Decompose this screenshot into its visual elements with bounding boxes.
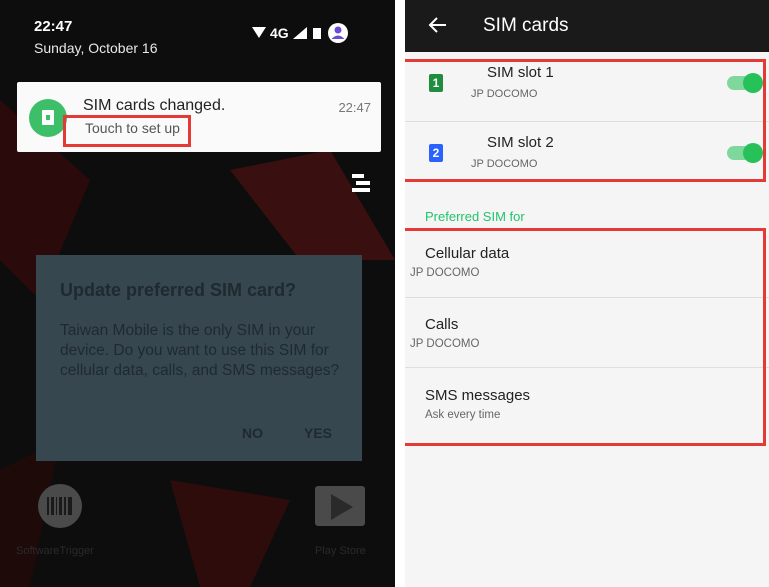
no-button[interactable]: NO (242, 425, 263, 441)
notification-title: SIM cards changed. (83, 97, 226, 114)
status-time: 22:47 (34, 18, 73, 35)
play-store-icon[interactable] (309, 480, 369, 530)
right-phone-screen: SIM cards 1 SIM slot 1 JP DOCOMO 2 SIM s… (405, 0, 769, 587)
yes-button[interactable]: YES (304, 425, 332, 441)
highlight-box-preferred-sim (405, 228, 766, 446)
wifi-icon (252, 27, 266, 38)
highlight-box-sim-slots (405, 59, 766, 182)
clear-all-notifications-icon[interactable] (348, 172, 374, 196)
highlight-box-touch-to-set-up (63, 115, 191, 147)
app-label-play-store: Play Store (315, 545, 366, 557)
notification-time: 22:47 (338, 100, 371, 115)
page-title: SIM cards (483, 15, 569, 36)
sim-card-icon (29, 99, 67, 137)
app-bar: SIM cards (405, 0, 769, 52)
signal-icon (292, 27, 307, 39)
barcode-app-icon[interactable] (37, 483, 83, 529)
network-type: 4G (270, 25, 289, 41)
update-preferred-sim-dialog: Update preferred SIM card? Taiwan Mobile… (36, 255, 362, 461)
back-arrow-icon[interactable] (427, 14, 449, 36)
dialog-title: Update preferred SIM card? (60, 280, 297, 300)
battery-icon (312, 28, 321, 39)
section-header-preferred-sim: Preferred SIM for (425, 209, 525, 224)
status-icons: 4G (252, 22, 349, 44)
app-label-softwaretrigger: SoftwareTrigger (16, 545, 94, 557)
status-date: Sunday, October 16 (34, 40, 158, 56)
dialog-message: Taiwan Mobile is the only SIM in your de… (60, 322, 340, 379)
account-icon[interactable] (327, 22, 349, 44)
left-phone-screen: 22:47 Sunday, October 16 4G SIM cards ch… (0, 0, 395, 587)
